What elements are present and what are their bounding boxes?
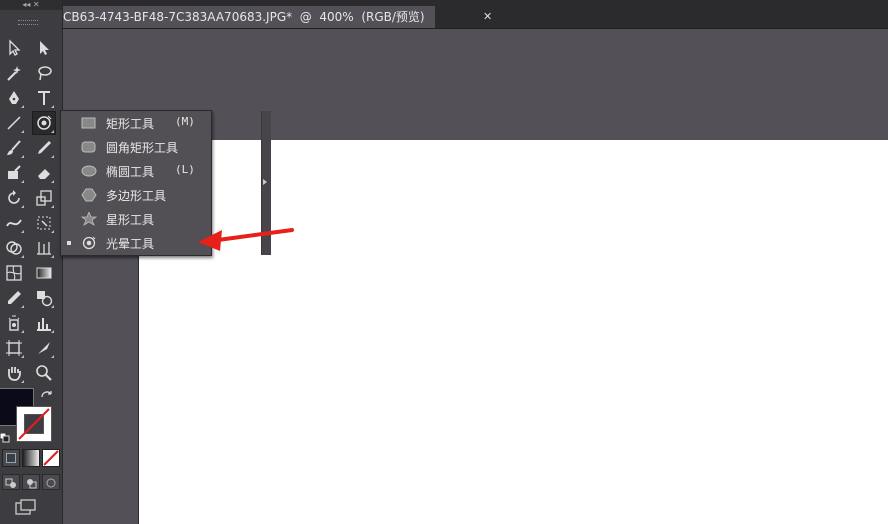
close-tab-icon[interactable]: ✕ <box>483 10 492 24</box>
rectangle-icon <box>81 117 96 129</box>
document-tab[interactable]: CB63-4743-BF48-7C383AA70683.JPG* @ 400% … <box>63 6 435 28</box>
menu-item-label: 星形工具 <box>106 213 155 227</box>
menu-item-polygon-tool[interactable]: 多边形工具 <box>61 183 211 207</box>
magic-wand-tool-icon[interactable] <box>3 62 25 84</box>
menu-item-shortcut: (M) <box>175 115 195 128</box>
menu-item-label: 矩形工具 <box>106 117 155 131</box>
direct-selection-tool-icon[interactable] <box>33 37 55 59</box>
pen-tool-icon[interactable] <box>3 87 25 109</box>
blob-brush-tool-icon[interactable] <box>3 162 25 184</box>
flare-icon <box>82 236 96 250</box>
width-tool-icon[interactable] <box>3 212 25 234</box>
gradient-mode-button[interactable] <box>22 449 40 467</box>
selection-tool-icon[interactable] <box>3 37 25 59</box>
document-tab-bar: CB63-4743-BF48-7C383AA70683.JPG* @ 400% … <box>63 0 888 29</box>
menu-item-label: 椭圆工具 <box>106 165 155 179</box>
stroke-color-swatch[interactable] <box>16 406 52 442</box>
draw-behind-icon[interactable] <box>22 474 40 490</box>
artboard[interactable] <box>139 140 888 524</box>
artboard-tool-icon[interactable] <box>3 337 25 359</box>
star-icon <box>81 212 97 226</box>
perspective-grid-tool-icon[interactable] <box>33 237 55 259</box>
draw-normal-icon[interactable] <box>2 474 20 490</box>
tools-panel: ◂◂ ✕ <box>0 0 63 524</box>
line-segment-tool-icon[interactable] <box>3 112 25 134</box>
menu-item-ellipse-tool[interactable]: 椭圆工具 (L) <box>61 159 211 183</box>
gradient-tool-icon[interactable] <box>33 262 55 284</box>
menu-item-label: 圆角矩形工具 <box>106 141 179 155</box>
panel-grip[interactable] <box>18 20 38 25</box>
rotate-tool-icon[interactable] <box>3 187 25 209</box>
selected-indicator <box>67 241 71 245</box>
scale-tool-icon[interactable] <box>33 187 55 209</box>
menu-item-label: 光晕工具 <box>106 237 155 251</box>
column-graph-tool-icon[interactable] <box>33 312 55 334</box>
ellipse-icon <box>81 165 97 177</box>
document-tab-title: CB63-4743-BF48-7C383AA70683.JPG* @ 400% … <box>63 10 425 24</box>
slice-tool-icon[interactable] <box>33 337 55 359</box>
menu-item-label: 多边形工具 <box>106 189 167 203</box>
swap-colors-icon[interactable] <box>40 388 54 400</box>
color-mode-button[interactable] <box>2 449 20 467</box>
type-tool-icon[interactable] <box>33 87 55 109</box>
eraser-tool-icon[interactable] <box>33 162 55 184</box>
panel-collapse-bar[interactable]: ◂◂ ✕ <box>0 0 62 10</box>
blend-tool-icon[interactable] <box>33 287 55 309</box>
tearoff-arrow-icon[interactable] <box>263 179 267 185</box>
symbol-sprayer-tool-icon[interactable] <box>3 312 25 334</box>
flare-tool-icon[interactable] <box>32 111 56 135</box>
menu-item-rectangle-tool[interactable]: 矩形工具 (M) <box>61 111 211 135</box>
pencil-tool-icon[interactable] <box>33 137 55 159</box>
none-slash-icon <box>18 408 50 440</box>
draw-inside-icon[interactable] <box>42 474 60 490</box>
hand-tool-icon[interactable] <box>3 362 25 384</box>
free-transform-tool-icon[interactable] <box>33 212 55 234</box>
menu-item-flare-tool[interactable]: 光晕工具 <box>61 231 211 255</box>
annotation-arrow-icon <box>198 228 294 251</box>
menu-item-star-tool[interactable]: 星形工具 <box>61 207 211 231</box>
mesh-tool-icon[interactable] <box>3 262 25 284</box>
none-mode-button[interactable] <box>42 449 60 467</box>
shape-builder-tool-icon[interactable] <box>3 237 25 259</box>
lasso-tool-icon[interactable] <box>33 62 55 84</box>
default-colors-icon[interactable] <box>0 428 10 443</box>
menu-item-shortcut: (L) <box>175 163 195 176</box>
polygon-icon <box>81 188 97 202</box>
paintbrush-tool-icon[interactable] <box>3 137 25 159</box>
rounded-rectangle-icon <box>81 141 96 153</box>
screen-mode-icon[interactable] <box>14 498 38 516</box>
eyedropper-tool-icon[interactable] <box>3 287 25 309</box>
menu-item-rounded-rectangle-tool[interactable]: 圆角矩形工具 <box>61 135 211 159</box>
zoom-tool-icon[interactable] <box>33 362 55 384</box>
